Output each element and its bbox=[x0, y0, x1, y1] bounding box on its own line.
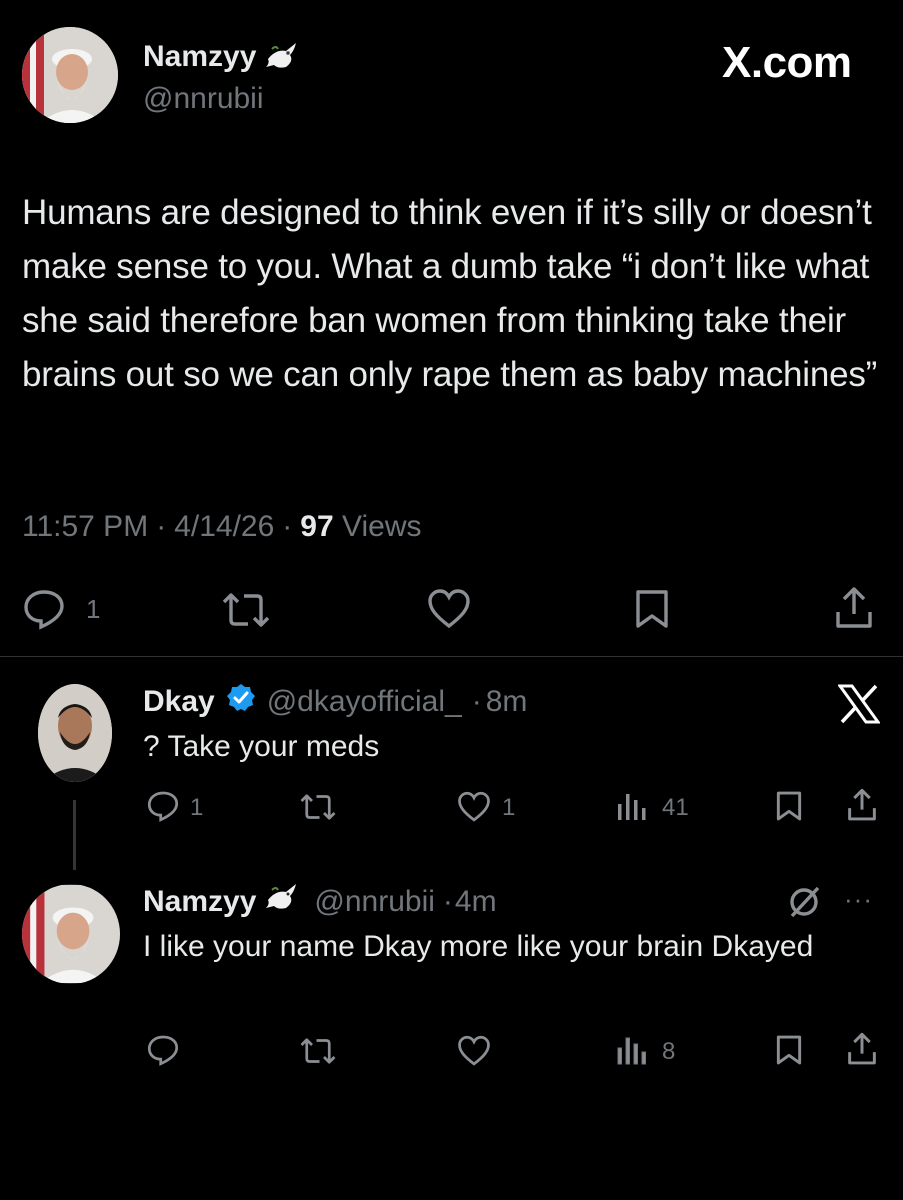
like-icon[interactable] bbox=[456, 791, 492, 823]
views-count: 8 bbox=[662, 1038, 676, 1065]
reply-count: 1 bbox=[86, 594, 101, 624]
tweet-meta: 11:57 PM · 4/14/26 · 97 Views bbox=[22, 510, 422, 544]
share-icon[interactable] bbox=[846, 1032, 878, 1066]
bookmark-icon[interactable] bbox=[775, 1034, 803, 1066]
reply-icon[interactable] bbox=[146, 1034, 180, 1066]
avatar[interactable] bbox=[22, 27, 118, 123]
avatar[interactable] bbox=[22, 884, 120, 984]
author-name[interactable]: Namzyy bbox=[143, 40, 256, 74]
like-count: 1 bbox=[502, 794, 516, 821]
views-icon[interactable] bbox=[616, 1034, 648, 1066]
bookmark-icon[interactable] bbox=[634, 588, 670, 630]
reply-text: ? Take your meds bbox=[143, 730, 380, 763]
verified-badge-icon bbox=[225, 682, 257, 722]
reply-icon[interactable] bbox=[22, 588, 66, 630]
avatar[interactable] bbox=[38, 684, 112, 782]
views-count: 97 bbox=[300, 510, 334, 543]
reply-count: 1 bbox=[190, 794, 204, 821]
tweet-age[interactable]: 4m bbox=[455, 885, 497, 919]
share-icon[interactable] bbox=[834, 586, 874, 630]
views-label: Views bbox=[342, 510, 422, 543]
tweet-date[interactable]: 4/14/26 bbox=[174, 510, 274, 544]
x-logo-icon bbox=[837, 684, 881, 729]
dove-icon bbox=[264, 41, 300, 73]
more-icon[interactable]: ··· bbox=[844, 884, 873, 915]
avatar-image bbox=[38, 684, 112, 782]
divider bbox=[0, 656, 903, 657]
dove-icon bbox=[264, 882, 300, 922]
avatar-image bbox=[22, 885, 120, 983]
retweet-icon[interactable] bbox=[220, 590, 272, 630]
like-icon[interactable] bbox=[456, 1035, 492, 1067]
views-icon[interactable] bbox=[616, 790, 648, 822]
grok-icon[interactable] bbox=[786, 884, 822, 925]
views-count: 41 bbox=[662, 794, 689, 821]
share-icon[interactable] bbox=[846, 788, 878, 822]
thread-line bbox=[73, 800, 76, 870]
site-label: X.com bbox=[722, 38, 852, 87]
tweet-time[interactable]: 11:57 PM bbox=[22, 510, 148, 544]
tweet-age[interactable]: 8m bbox=[486, 685, 528, 719]
reply-icon[interactable] bbox=[146, 790, 180, 822]
like-icon[interactable] bbox=[426, 588, 472, 630]
author-name[interactable]: Dkay bbox=[143, 685, 215, 719]
reply-text: I like your name Dkay more like your bra… bbox=[143, 930, 814, 963]
author-handle[interactable]: @nnrubii bbox=[314, 885, 435, 919]
author-name[interactable]: Namzyy bbox=[143, 885, 256, 919]
retweet-icon[interactable] bbox=[298, 1036, 338, 1066]
avatar-image bbox=[22, 27, 118, 123]
tweet-text: Humans are designed to think even if it’… bbox=[22, 193, 878, 394]
author-handle[interactable]: @dkayofficial_ bbox=[267, 685, 462, 719]
retweet-icon[interactable] bbox=[298, 792, 338, 822]
bookmark-icon[interactable] bbox=[775, 790, 803, 822]
author-handle[interactable]: @nnrubii bbox=[143, 82, 264, 116]
